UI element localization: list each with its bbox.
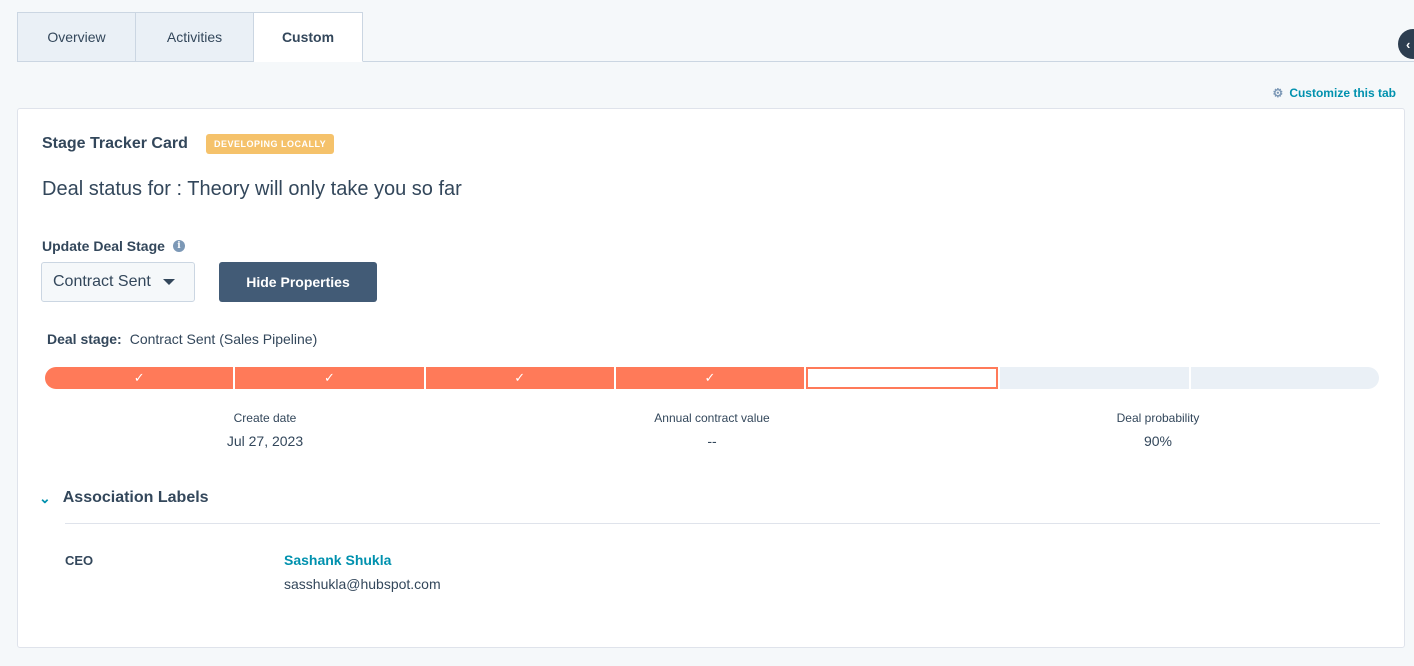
property-deal-probability: Deal probability 90% [1058, 411, 1258, 449]
checkmark-icon: ✓ [514, 370, 526, 385]
tab-activities[interactable]: Activities [136, 12, 254, 62]
checkmark-icon: ✓ [133, 370, 145, 385]
chevron-left-icon: ‹ [1406, 36, 1411, 52]
property-annual-contract-value: Annual contract value -- [612, 411, 812, 449]
progress-stage-segment: ✓ [425, 367, 614, 389]
deal-status-text: Deal status for : Theory will only take … [42, 178, 462, 200]
info-icon[interactable]: i [172, 240, 185, 252]
association-labels-heading: Association Labels [62, 489, 209, 506]
progress-stage-segment: ✓ [615, 367, 805, 389]
tab-divider [363, 61, 1414, 62]
progress-stage-segment [1190, 367, 1379, 389]
property-value: Jul 27, 2023 [226, 433, 304, 449]
chevron-down-icon: ⌄ [39, 489, 51, 506]
property-label: Annual contract value [654, 411, 770, 425]
association-divider [65, 523, 1380, 524]
property-value: -- [707, 433, 717, 449]
stage-progress-bar: ✓ ✓ ✓ ✓ [45, 367, 1379, 389]
property-create-date: Create date Jul 27, 2023 [165, 411, 365, 449]
deal-stage-dropdown[interactable]: Contract Sent [41, 262, 195, 302]
association-role: CEO [65, 553, 94, 568]
contact-email: sasshukla@hubspot.com [284, 576, 441, 592]
progress-stage-segment [1000, 367, 1189, 389]
property-label: Create date [233, 411, 297, 425]
update-deal-stage-label: Update Deal Stage i [42, 238, 185, 254]
deal-stage-key: Deal stage: [47, 331, 122, 347]
progress-stage-segment [806, 367, 999, 389]
property-value: 90% [1143, 433, 1173, 449]
gear-icon: ⚙ [1272, 86, 1284, 100]
customize-tab-label: Customize this tab [1289, 86, 1396, 100]
developing-locally-badge: DEVELOPING LOCALLY [206, 134, 335, 154]
tab-overview[interactable]: Overview [17, 12, 136, 62]
deal-stage-line: Deal stage: Contract Sent (Sales Pipelin… [47, 331, 317, 347]
deal-stage-value: Contract Sent (Sales Pipeline) [129, 331, 318, 347]
progress-stage-segment: ✓ [235, 367, 424, 389]
association-labels-toggle[interactable]: ⌄ Association Labels [39, 489, 209, 507]
checkmark-icon: ✓ [704, 370, 716, 385]
deal-stage-dropdown-value: Contract Sent [53, 273, 151, 290]
caret-down-icon [162, 279, 175, 285]
stage-tracker-card: Stage Tracker Card DEVELOPING LOCALLY De… [17, 108, 1405, 648]
tab-custom[interactable]: Custom [254, 12, 363, 62]
tab-bar: Overview Activities Custom [17, 12, 363, 62]
update-deal-stage-text: Update Deal Stage [42, 238, 165, 254]
contact-name-link[interactable]: Sashank Shukla [284, 552, 391, 568]
card-title: Stage Tracker Card [42, 135, 188, 152]
collapse-sidebar-button[interactable]: ‹ [1398, 29, 1414, 59]
property-label: Deal probability [1116, 411, 1200, 425]
checkmark-icon: ✓ [323, 370, 335, 385]
progress-stage-segment: ✓ [45, 367, 234, 389]
customize-tab-link[interactable]: ⚙ Customize this tab [1273, 86, 1396, 100]
hide-properties-button[interactable]: Hide Properties [219, 262, 377, 302]
